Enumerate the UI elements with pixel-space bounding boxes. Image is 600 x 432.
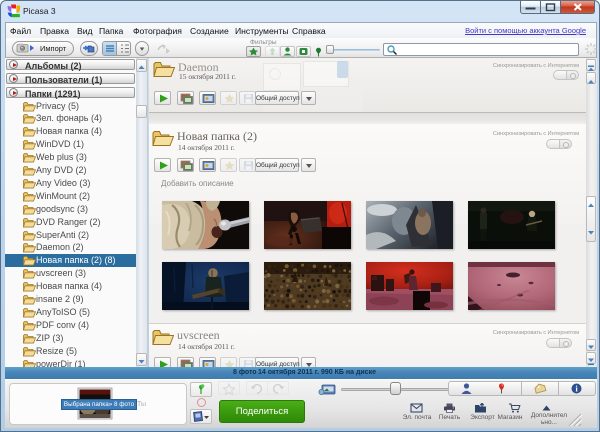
svg-text:Импорт: Импорт (40, 44, 67, 53)
